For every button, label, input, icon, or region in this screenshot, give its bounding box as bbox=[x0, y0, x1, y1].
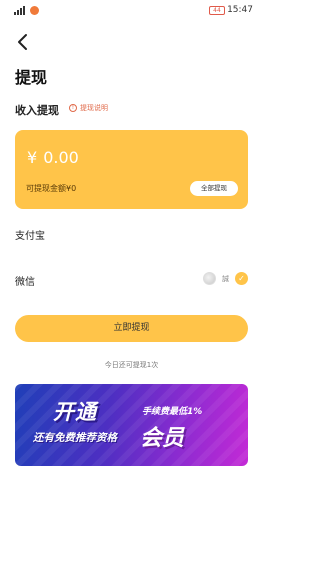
alipay-label: 支付宝 bbox=[15, 230, 45, 242]
banner-fee-text: 手续费最低1% bbox=[142, 407, 203, 417]
notification-dot-icon bbox=[30, 6, 39, 15]
banner-sub-text: 还有免费推荐资格 bbox=[33, 432, 117, 444]
chevron-left-icon bbox=[18, 34, 27, 50]
income-withdraw-label: 收入提现 bbox=[15, 104, 59, 117]
balance-card: ¥0.00 可提现金额¥0 全部提现 bbox=[15, 130, 248, 209]
battery-icon: 44 bbox=[209, 6, 225, 15]
status-bar: 44 15:47 bbox=[0, 0, 263, 22]
withdraw-amount-input[interactable]: ¥0.00 bbox=[27, 148, 79, 167]
available-amount-text: 可提现金额¥0 bbox=[26, 184, 77, 193]
back-button[interactable] bbox=[16, 33, 30, 51]
info-icon: ! bbox=[69, 104, 77, 112]
signal-icon bbox=[14, 6, 25, 15]
page-title: 提现 bbox=[15, 68, 48, 87]
banner-title-member: 会员 bbox=[140, 426, 185, 451]
payment-option-wechat[interactable]: 微信 誠 ✓ bbox=[15, 268, 248, 292]
avatar bbox=[203, 272, 216, 285]
withdraw-limit-hint: 今日还可提现1次 bbox=[104, 361, 159, 369]
withdraw-now-button[interactable]: 立即提现 bbox=[15, 315, 248, 342]
banner-stripes bbox=[15, 384, 248, 466]
withdraw-help-label: 提现说明 bbox=[80, 104, 108, 112]
status-time: 15:47 bbox=[227, 5, 253, 15]
banner-title-main: 开通 bbox=[53, 400, 97, 424]
withdraw-all-button[interactable]: 全部提现 bbox=[190, 181, 238, 196]
battery-level: 44 bbox=[213, 7, 221, 14]
currency-symbol: ¥ bbox=[27, 148, 38, 167]
checkmark-icon[interactable]: ✓ bbox=[235, 272, 248, 285]
payment-option-alipay[interactable]: 支付宝 bbox=[15, 222, 248, 246]
wechat-label: 微信 bbox=[15, 276, 35, 288]
wechat-nickname: 誠 bbox=[222, 274, 229, 283]
vip-promo-banner[interactable]: 开通 手续费最低1% 还有免费推荐资格 会员 bbox=[15, 384, 248, 466]
withdraw-help-link[interactable]: ! 提现说明 bbox=[69, 103, 108, 113]
amount-value: 0.00 bbox=[43, 148, 79, 167]
